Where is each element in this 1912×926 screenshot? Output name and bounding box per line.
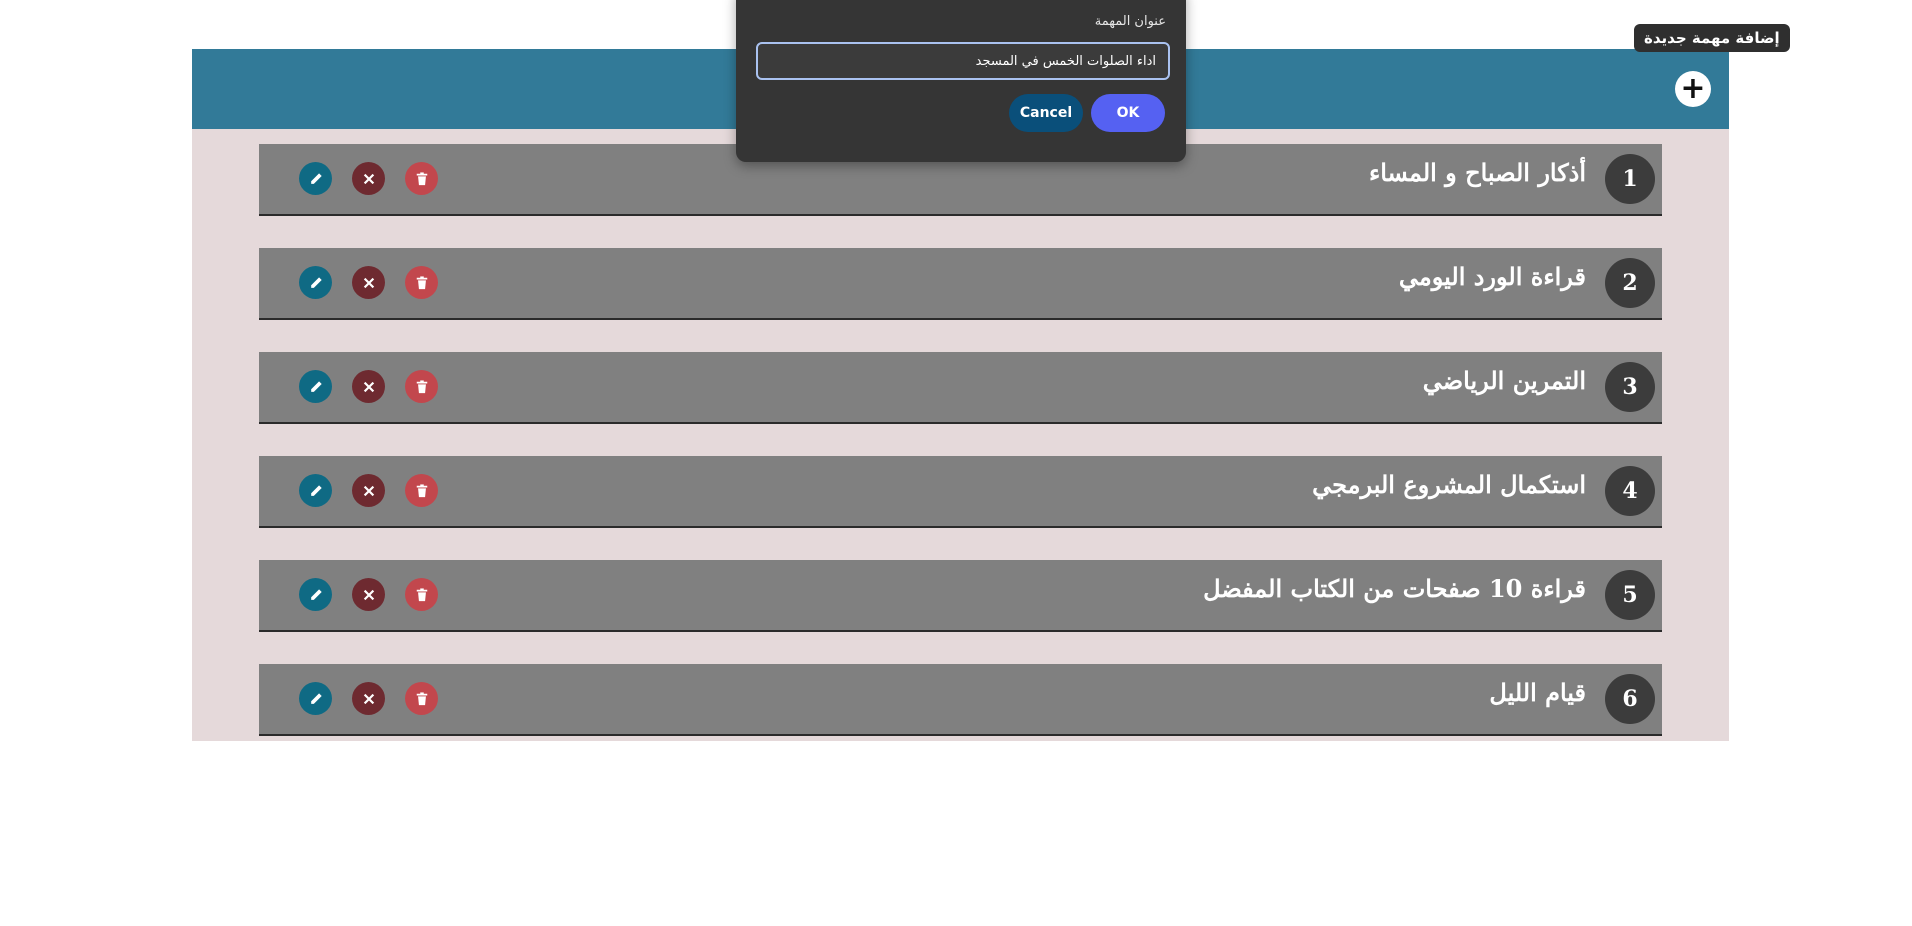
- delete-task-button[interactable]: [405, 578, 438, 611]
- close-icon: [363, 693, 374, 704]
- trash-icon: [416, 483, 427, 497]
- cancel-task-button[interactable]: [352, 578, 385, 611]
- close-icon: [363, 381, 374, 392]
- task-title-input[interactable]: [756, 42, 1170, 80]
- pencil-icon: [310, 588, 322, 600]
- cancel-task-button[interactable]: [352, 370, 385, 403]
- task-number: 1: [1605, 154, 1655, 204]
- task-number: 2: [1605, 258, 1655, 308]
- trash-icon: [416, 379, 427, 393]
- task-title: قيام الليل: [1489, 678, 1586, 707]
- delete-task-button[interactable]: [405, 266, 438, 299]
- trash-icon: [416, 587, 427, 601]
- close-icon: [363, 173, 374, 184]
- task-item: 5 قراءة 10 صفحات من الكتاب المفضل: [259, 560, 1662, 632]
- cancel-task-button[interactable]: [352, 474, 385, 507]
- edit-task-button[interactable]: [299, 474, 332, 507]
- delete-task-button[interactable]: [405, 682, 438, 715]
- task-number: 3: [1605, 362, 1655, 412]
- ok-button[interactable]: OK: [1091, 94, 1165, 132]
- task-number: 4: [1605, 466, 1655, 516]
- close-icon: [363, 277, 374, 288]
- edit-task-button[interactable]: [299, 578, 332, 611]
- cancel-task-button[interactable]: [352, 266, 385, 299]
- task-title: أذكار الصباح و المساء: [1368, 158, 1586, 187]
- cancel-button[interactable]: Cancel: [1009, 94, 1083, 132]
- task-number: 5: [1605, 570, 1655, 620]
- pencil-icon: [310, 172, 322, 184]
- add-task-dialog: عنوان المهمة Cancel OK: [736, 0, 1186, 162]
- close-icon: [363, 485, 374, 496]
- cancel-task-button[interactable]: [352, 682, 385, 715]
- task-item: 4 استكمال المشروع البرمجي: [259, 456, 1662, 528]
- trash-icon: [416, 691, 427, 705]
- delete-task-button[interactable]: [405, 162, 438, 195]
- edit-task-button[interactable]: [299, 682, 332, 715]
- task-title: استكمال المشروع البرمجي: [1312, 470, 1586, 499]
- edit-task-button[interactable]: [299, 266, 332, 299]
- task-item: 2 قراءة الورد اليومي: [259, 248, 1662, 320]
- pencil-icon: [310, 276, 322, 288]
- pencil-icon: [310, 484, 322, 496]
- close-icon: [363, 589, 374, 600]
- cancel-task-button[interactable]: [352, 162, 385, 195]
- task-item: 3 التمرين الرياضي: [259, 352, 1662, 424]
- add-task-button[interactable]: +: [1675, 71, 1711, 107]
- delete-task-button[interactable]: [405, 370, 438, 403]
- task-title: التمرين الرياضي: [1422, 366, 1586, 395]
- pencil-icon: [310, 692, 322, 704]
- pencil-icon: [310, 380, 322, 392]
- task-title: قراءة الورد اليومي: [1398, 262, 1586, 291]
- trash-icon: [416, 171, 427, 185]
- task-item: 6 قيام الليل: [259, 664, 1662, 736]
- dialog-label: عنوان المهمة: [1094, 14, 1166, 29]
- plus-icon: +: [1680, 71, 1706, 106]
- delete-task-button[interactable]: [405, 474, 438, 507]
- task-list: 1 أذكار الصباح و المساء 2 قراءة الورد ال…: [259, 144, 1662, 768]
- trash-icon: [416, 275, 427, 289]
- task-number: 6: [1605, 674, 1655, 724]
- edit-task-button[interactable]: [299, 370, 332, 403]
- edit-task-button[interactable]: [299, 162, 332, 195]
- add-task-tooltip: إضافة مهمة جديدة: [1634, 24, 1790, 52]
- task-title: قراءة 10 صفحات من الكتاب المفضل: [1203, 574, 1586, 603]
